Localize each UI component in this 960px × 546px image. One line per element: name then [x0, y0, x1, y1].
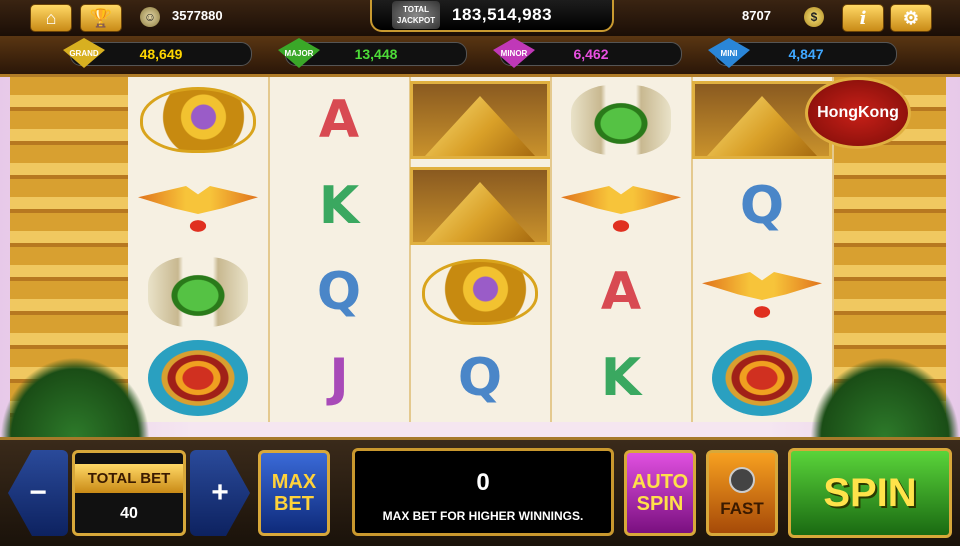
pyramid-tile	[410, 167, 550, 245]
jackpot-mini-value: 4,847	[788, 46, 824, 62]
symbol-letter: K	[318, 176, 360, 236]
jackpot-grand: GRAND 48,649	[63, 38, 252, 68]
home-icon: ⌂	[45, 7, 57, 28]
eye-graphic	[140, 87, 256, 153]
total-jackpot-label: TOTAL JACKPOT	[392, 1, 440, 29]
symbol-letter: Q	[457, 348, 503, 408]
symbol-k: K	[279, 167, 399, 245]
fast-button[interactable]: FAST	[706, 450, 778, 536]
total-jackpot-plate: TOTAL JACKPOT 183,514,983	[370, 0, 614, 32]
symbol-letter: A	[600, 262, 642, 322]
auto-line1: AUTO	[631, 471, 689, 493]
max-bet-line2: BET	[273, 493, 314, 515]
max-bet-button[interactable]: MAX BET	[258, 450, 330, 536]
jackpot-row: GRAND 48,649 MAJOR 13,448 MINOR 6,462 MI…	[0, 36, 960, 77]
total-bet-value: 40	[120, 504, 138, 522]
pyramid-icon	[692, 81, 832, 159]
symbol-k: K	[561, 339, 681, 417]
info-icon: i	[859, 7, 867, 29]
right-plant	[810, 357, 960, 437]
jackpot-grand-value: 48,649	[139, 46, 183, 62]
auto-spin-button[interactable]: AUTO SPIN	[624, 450, 696, 536]
bird-icon	[561, 167, 681, 245]
symbol-letter: A	[318, 90, 360, 150]
fast-icon	[729, 467, 755, 493]
hongkong-badge[interactable]: HongKong	[805, 77, 911, 149]
win-message-box: 0 MAX BET FOR HIGHER WINNINGS.	[352, 448, 614, 536]
top-bar: ⌂ 🏆 ☺ 3577880 TOTAL JACKPOT 183,514,983 …	[0, 0, 960, 38]
bird-graphic	[702, 262, 822, 322]
symbol-a: A	[279, 81, 399, 159]
scarab-graphic	[571, 85, 671, 155]
jackpot-major: MAJOR 13,448	[278, 38, 467, 68]
jackpot-major-value: 13,448	[354, 46, 398, 62]
pyramid-tile	[410, 81, 550, 159]
reel-2: AKQJ	[269, 77, 411, 422]
scarab-graphic	[148, 257, 248, 327]
pyramid-icon	[410, 167, 550, 245]
spin-button[interactable]: SPIN	[788, 448, 952, 538]
shield-icon	[702, 339, 822, 417]
symbol-letter: K	[600, 348, 642, 408]
bird-graphic	[561, 176, 681, 236]
message-text: MAX BET FOR HIGHER WINNINGS.	[382, 509, 584, 523]
symbol-q: Q	[420, 339, 540, 417]
gear-icon: ⚙	[902, 7, 920, 28]
jackpot-mini: MINI 4,847	[708, 38, 897, 68]
symbol-letter: Q	[316, 262, 362, 322]
bird-icon	[702, 253, 822, 331]
win-value: 0	[476, 469, 490, 496]
shield-graphic	[712, 340, 812, 416]
trophy-button[interactable]: 🏆	[80, 4, 122, 32]
eye-icon	[420, 253, 540, 331]
fast-label: FAST	[720, 499, 764, 518]
bird-graphic	[138, 176, 258, 236]
settings-button[interactable]: ⚙	[890, 4, 932, 32]
trophy-icon: 🏆	[89, 7, 113, 28]
reels-grid: AKQJQAKQ	[128, 77, 834, 422]
spin-label: SPIN	[823, 470, 917, 515]
scarab-icon	[561, 81, 681, 159]
decrease-bet-button[interactable]: −	[8, 450, 68, 536]
total-bet-display: TOTAL BET 40	[72, 450, 186, 536]
control-panel: − TOTAL BET 40 + MAX BET 0 MAX BET FOR HI…	[0, 437, 960, 546]
max-bet-line1: MAX	[271, 471, 317, 493]
avatar-icon: ☺	[140, 7, 160, 27]
bird-icon	[138, 167, 258, 245]
coin-icon[interactable]: $	[804, 7, 824, 27]
symbol-q: Q	[702, 167, 822, 245]
total-jackpot-value: 183,514,983	[452, 5, 553, 24]
symbol-letter: Q	[739, 176, 785, 236]
increase-bet-button[interactable]: +	[190, 450, 250, 536]
symbol-q: Q	[279, 253, 399, 331]
balance-value: 3577880	[172, 8, 223, 23]
eye-icon	[138, 81, 258, 159]
pyramid-icon	[410, 81, 550, 159]
symbol-a: A	[561, 253, 681, 331]
reel-4: AK	[551, 77, 693, 422]
eye-graphic	[422, 259, 538, 325]
symbol-letter: J	[329, 348, 349, 408]
info-button[interactable]: i	[842, 4, 884, 32]
scarab-icon	[138, 253, 258, 331]
jackpot-minor-value: 6,462	[573, 46, 609, 62]
coins-value: 8707	[742, 8, 771, 23]
reel-3: Q	[410, 77, 552, 422]
shield-icon	[138, 339, 258, 417]
minus-icon: −	[29, 476, 47, 509]
symbol-j: J	[279, 339, 399, 417]
home-button[interactable]: ⌂	[30, 4, 72, 32]
jackpot-minor: MINOR 6,462	[493, 38, 682, 68]
auto-line2: SPIN	[636, 493, 684, 515]
left-plant	[0, 357, 150, 437]
total-bet-label: TOTAL BET	[75, 463, 183, 493]
shield-graphic	[148, 340, 248, 416]
plus-icon: +	[211, 476, 229, 509]
game-stage: AKQJQAKQ HongKong	[0, 77, 960, 437]
